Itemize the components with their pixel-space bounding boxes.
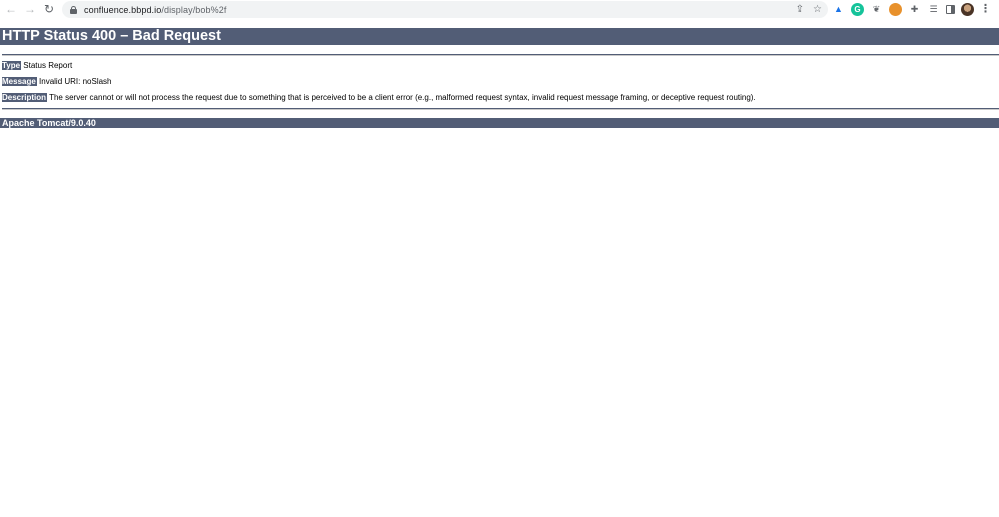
url-host: confluence.bbpd.io xyxy=(84,4,162,15)
cookie-extension-icon[interactable] xyxy=(889,3,902,16)
lock-icon[interactable] xyxy=(70,5,77,14)
side-panel-icon[interactable] xyxy=(946,5,955,14)
bookmark-star-icon[interactable]: ☆ xyxy=(813,4,822,15)
url-text[interactable]: confluence.bbpd.io/display/bob%2f xyxy=(84,5,226,15)
google-drive-extension-icon[interactable]: ▲ xyxy=(832,3,845,16)
description-line: Description The server cannot or will no… xyxy=(2,93,756,103)
message-label: Message xyxy=(2,77,37,86)
message-value: Invalid URI: noSlash xyxy=(36,77,112,86)
type-label: Type xyxy=(2,61,22,70)
forward-arrow-icon[interactable]: → xyxy=(21,0,39,18)
message-line: Message Invalid URI: noSlash xyxy=(2,77,112,87)
grammarly-extension-icon[interactable]: G xyxy=(851,3,864,16)
extensions-puzzle-icon[interactable]: ✚ xyxy=(908,3,921,16)
browser-toolbar: ← → ↻ confluence.bbpd.io/display/bob%2f … xyxy=(0,0,999,19)
divider-top xyxy=(2,54,999,56)
profile-avatar[interactable] xyxy=(961,3,974,16)
server-footer: Apache Tomcat/9.0.40 xyxy=(0,118,999,128)
back-arrow-icon[interactable]: ← xyxy=(2,0,20,18)
share-icon[interactable]: ⇪ xyxy=(796,4,804,15)
description-value: The server cannot or will not process th… xyxy=(47,93,756,102)
reading-list-icon[interactable]: ☰ xyxy=(927,3,940,16)
type-value: Status Report xyxy=(21,61,73,70)
description-label: Description xyxy=(2,93,48,102)
bird-extension-icon[interactable]: ❦ xyxy=(870,3,883,16)
page-title: HTTP Status 400 – Bad Request xyxy=(0,28,999,45)
reload-icon[interactable]: ↻ xyxy=(40,0,58,18)
url-path: /display/bob%2f xyxy=(161,4,227,15)
browser-menu-icon[interactable]: ⋮ xyxy=(980,4,991,15)
type-line: Type Status Report xyxy=(2,61,72,71)
address-bar[interactable]: confluence.bbpd.io/display/bob%2f ⇪ ☆ xyxy=(62,1,828,18)
divider-bottom xyxy=(2,108,999,110)
